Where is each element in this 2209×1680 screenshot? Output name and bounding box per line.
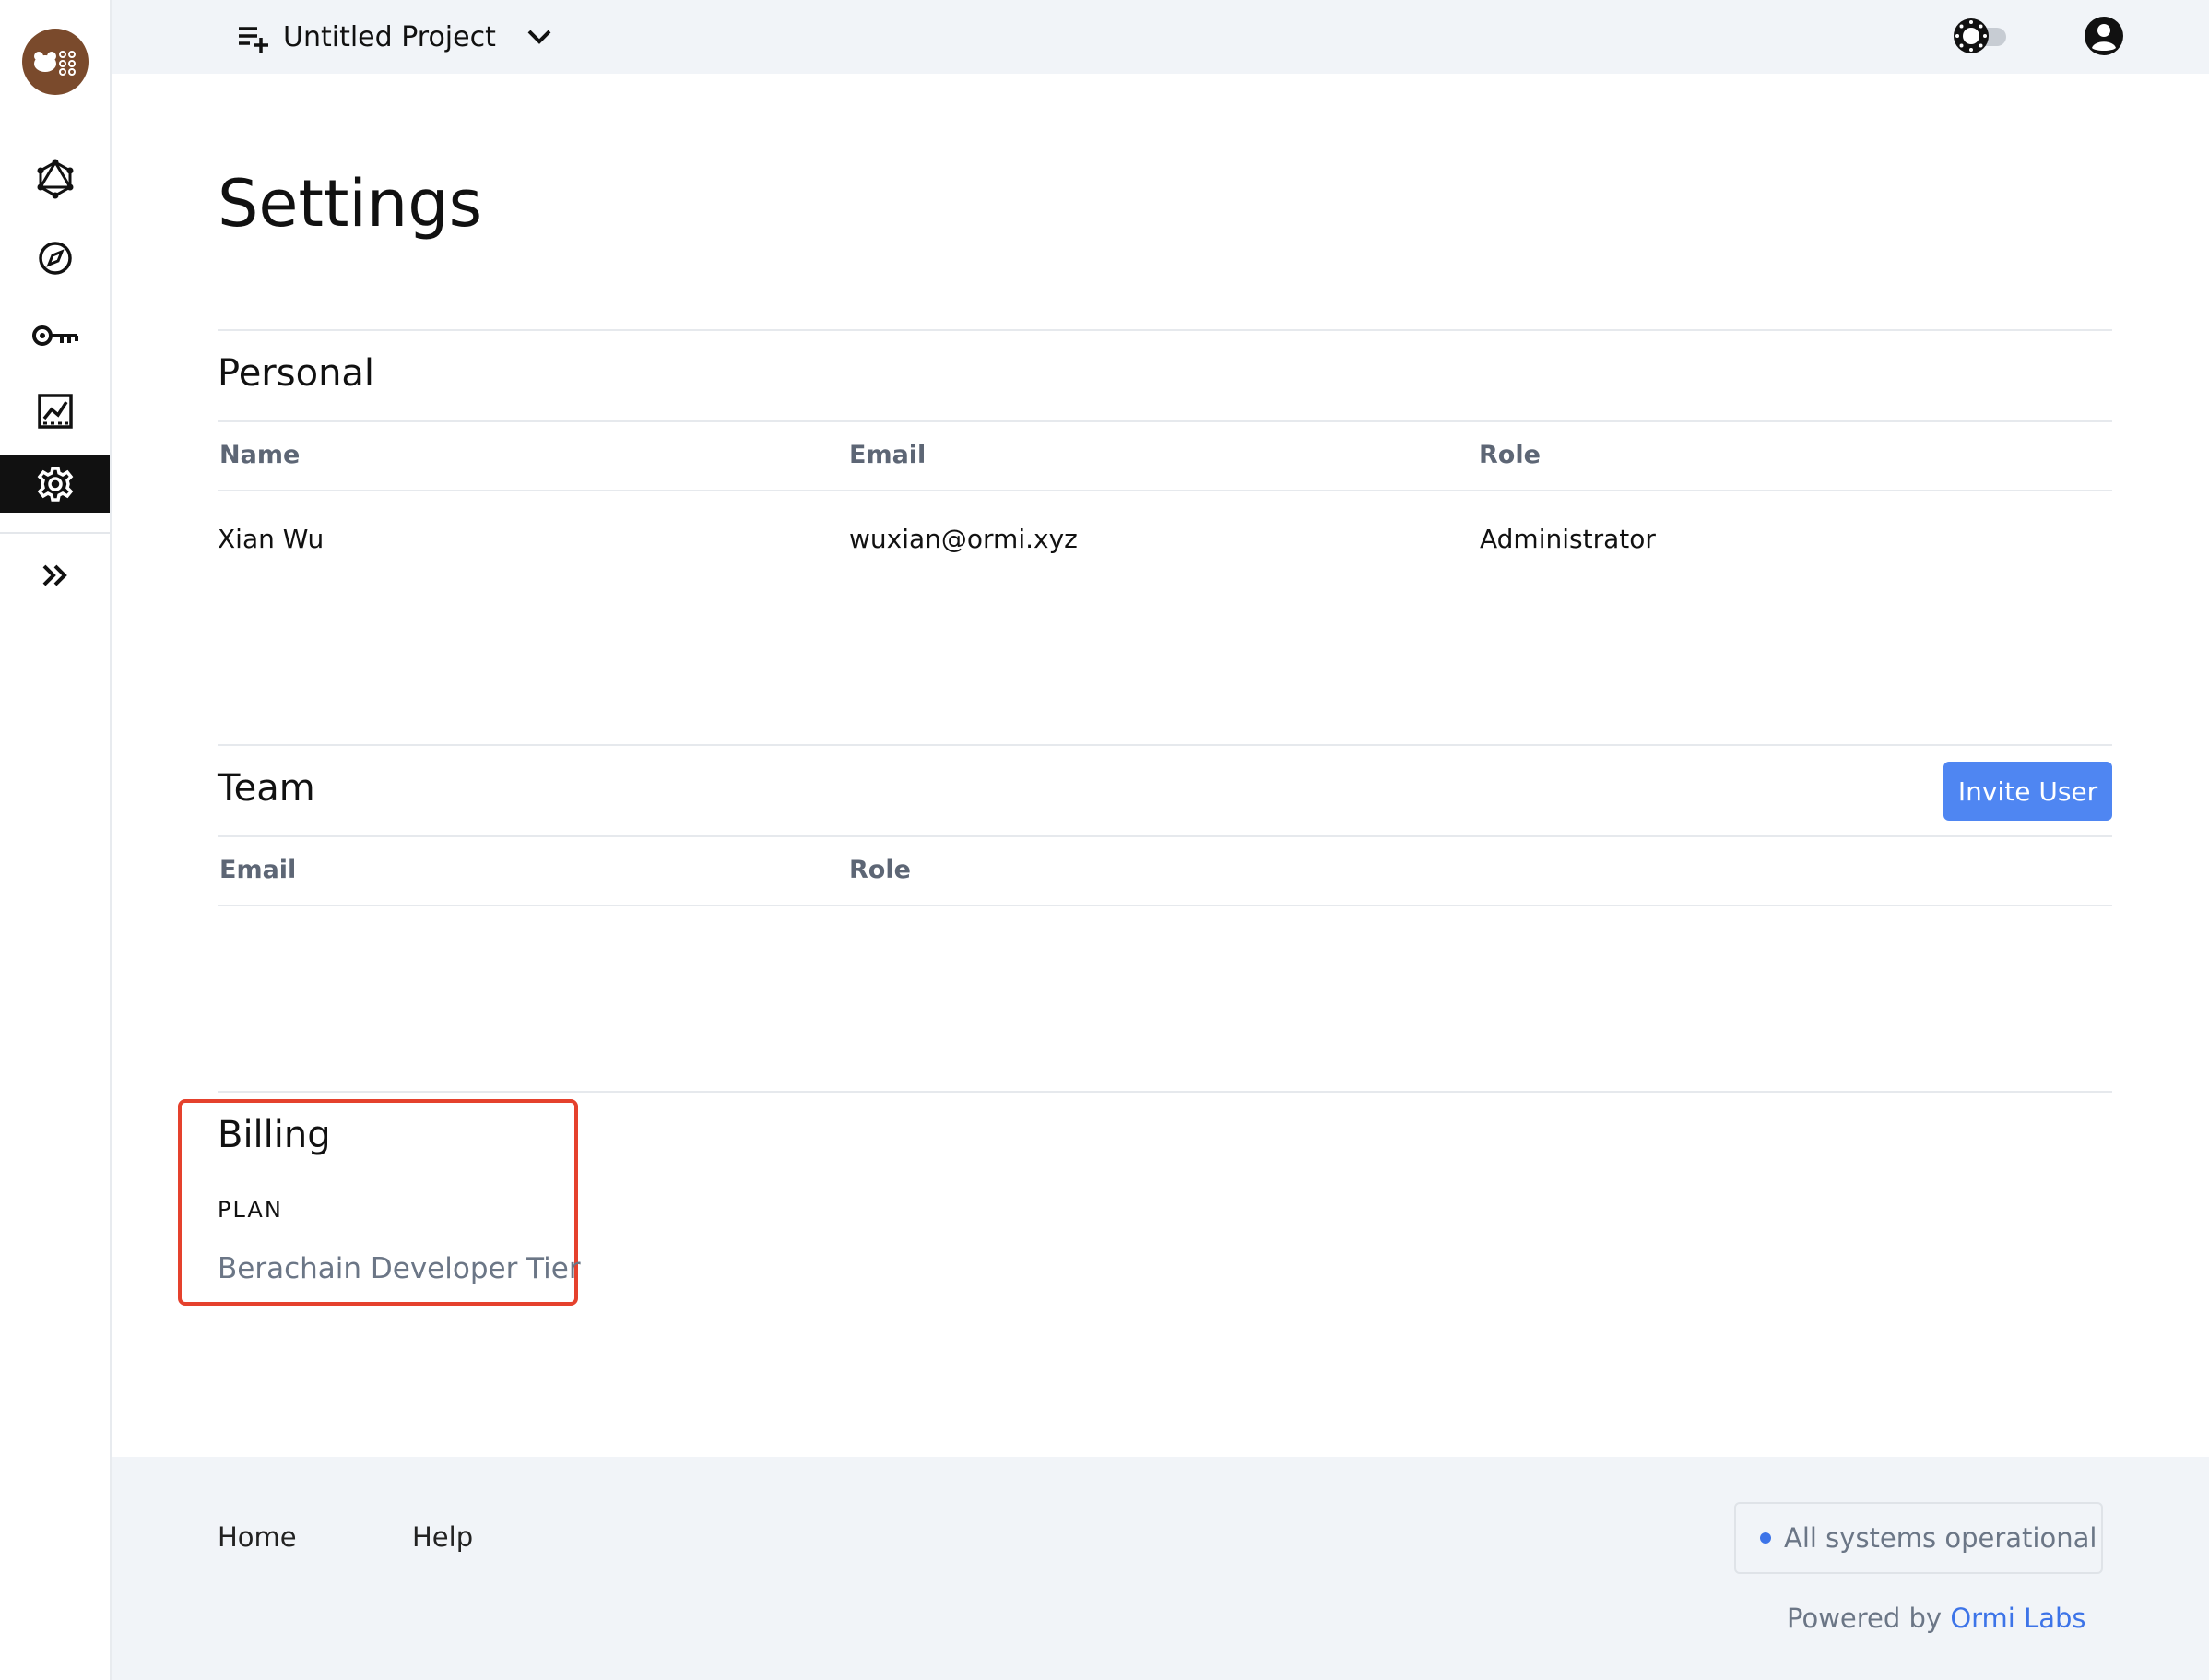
sidebar	[0, 0, 112, 1680]
user-account-button[interactable]	[2083, 15, 2125, 57]
column-header-name: Name	[219, 441, 301, 469]
user-avatar-icon	[2085, 17, 2123, 55]
sidebar-divider	[0, 532, 110, 534]
project-selector[interactable]: Untitled Project	[237, 18, 553, 56]
status-text: All systems operational	[1784, 1522, 2097, 1554]
divider	[218, 744, 2112, 746]
compass-icon	[38, 242, 72, 275]
sun-icon	[1954, 18, 2006, 53]
billing-title: Billing	[218, 1114, 331, 1156]
divider	[218, 490, 2112, 491]
powered-prefix: Powered by	[1787, 1603, 1943, 1634]
sidebar-item-graphql[interactable]	[0, 150, 110, 207]
sidebar-item-settings[interactable]	[0, 455, 110, 513]
bear-logo-icon	[34, 51, 76, 76]
top-bar: Untitled Project	[112, 0, 2209, 74]
personal-name: Xian Wu	[218, 524, 325, 554]
chart-icon	[37, 394, 73, 429]
divider	[218, 1091, 2112, 1093]
chevrons-right-icon	[42, 564, 67, 586]
page-title: Settings	[218, 166, 483, 242]
sidebar-item-explore[interactable]	[0, 230, 110, 287]
divider	[218, 329, 2112, 331]
main-content: Settings Personal Name Email Role Xian W…	[112, 74, 2209, 1457]
sidebar-item-api-keys[interactable]	[0, 307, 110, 364]
chevron-down-icon	[527, 30, 551, 44]
gear-icon	[37, 467, 73, 502]
column-header-role: Role	[849, 856, 911, 884]
divider	[218, 905, 2112, 906]
project-name: Untitled Project	[283, 20, 496, 53]
personal-email: wuxian@ormi.xyz	[849, 524, 1078, 554]
footer: Home Help All systems operational Powere…	[112, 1457, 2209, 1680]
plan-label: PLAN	[218, 1197, 283, 1223]
footer-link-help[interactable]: Help	[412, 1521, 473, 1553]
footer-link-home[interactable]: Home	[218, 1521, 297, 1553]
sidebar-item-analytics[interactable]	[0, 383, 110, 440]
column-header-role: Role	[1479, 441, 1541, 469]
powered-by: Powered by Ormi Labs	[1787, 1603, 2086, 1634]
bear-logo[interactable]	[22, 29, 89, 95]
graphql-icon	[37, 159, 73, 199]
divider	[218, 835, 2112, 837]
personal-role: Administrator	[1480, 524, 1656, 554]
divider	[218, 420, 2112, 422]
key-icon	[31, 325, 78, 346]
playlist-add-icon	[239, 27, 268, 53]
plan-value: Berachain Developer Tier	[218, 1252, 581, 1285]
status-dot-icon	[1760, 1532, 1771, 1544]
team-title: Team	[218, 767, 315, 810]
powered-brand-link[interactable]: Ormi Labs	[1950, 1603, 2085, 1634]
column-header-email: Email	[849, 441, 927, 469]
sidebar-expand-button[interactable]	[0, 547, 110, 604]
column-header-email: Email	[219, 856, 297, 884]
personal-title: Personal	[218, 352, 375, 395]
theme-toggle[interactable]	[1951, 15, 2010, 57]
status-badge[interactable]: All systems operational	[1734, 1502, 2103, 1574]
invite-user-button[interactable]: Invite User	[1943, 762, 2112, 821]
